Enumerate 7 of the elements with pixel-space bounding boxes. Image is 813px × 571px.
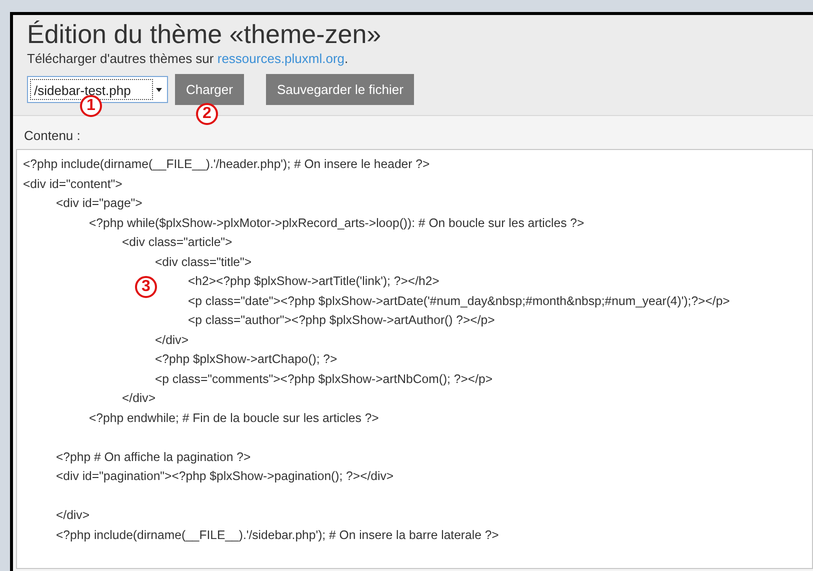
save-file-button[interactable]: Sauvegarder le fichier [266, 74, 414, 105]
content-label: Contenu : [23, 127, 82, 145]
load-button[interactable]: Charger [175, 74, 244, 105]
download-themes-text: Télécharger d'autres thèmes sur ressources.pluxml.org. [27, 51, 350, 66]
page-title: Édition du thème «theme-zen» [27, 18, 382, 51]
caret-icon [154, 86, 164, 92]
pluxml-resources-link[interactable]: ressources.pluxml.org [217, 51, 345, 66]
